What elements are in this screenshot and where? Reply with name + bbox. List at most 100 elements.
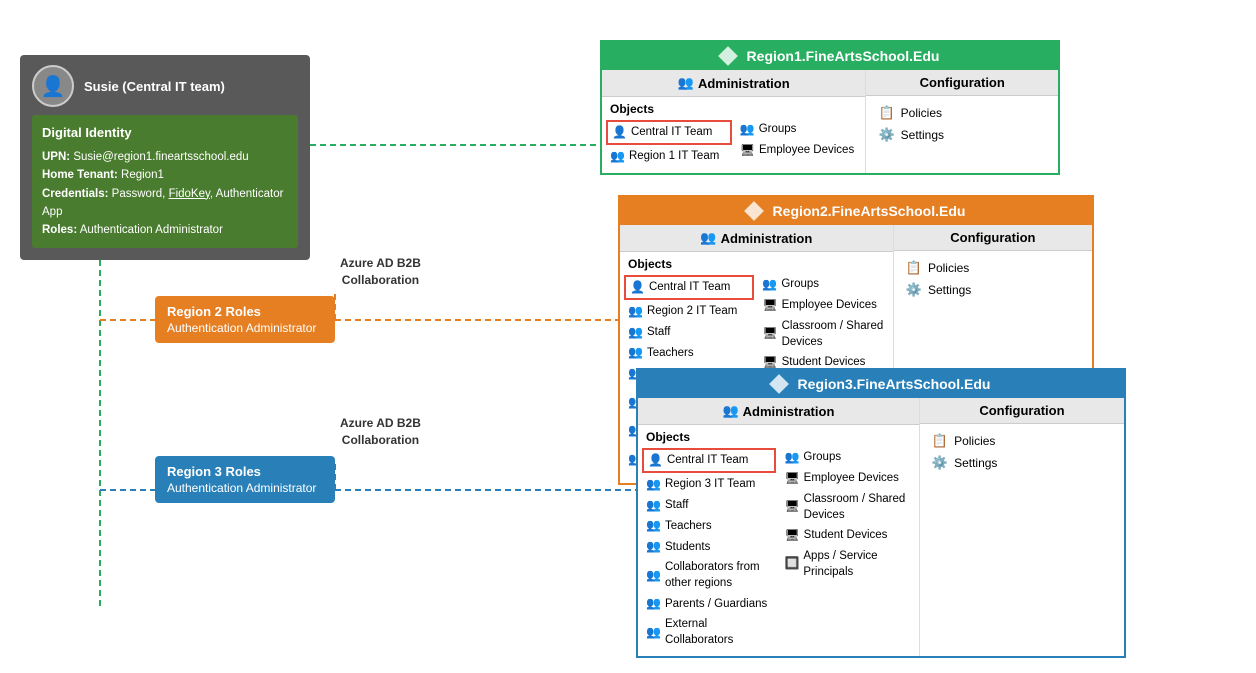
app-icon: 🔲	[784, 555, 799, 572]
region3-config: Configuration 📋 Policies ⚙️ Settings	[920, 398, 1124, 656]
region2-groups: 👥 Groups	[758, 274, 888, 295]
region3-objects-label: Objects	[638, 425, 919, 447]
region2-staff: 👥 Staff	[624, 322, 754, 343]
person-icon: 👥	[646, 497, 661, 514]
region2-it-team: 👥 Region 2 IT Team	[624, 301, 754, 322]
device-icon: 🖥	[762, 297, 777, 314]
home-tenant-row: Home Tenant: Region1	[42, 166, 288, 184]
admin-people-icon: 👥	[678, 75, 694, 91]
region1-admin: 👥 Administration Objects 👤 Central IT Te…	[602, 70, 866, 173]
region3-admin-header: 👥 Administration	[638, 398, 919, 425]
region3-collaborators: 👥 Collaborators from other regions	[642, 557, 776, 593]
person-icon: 👥	[628, 324, 643, 341]
region1-config-header: Configuration	[866, 70, 1058, 96]
region3-settings: ⚙️ Settings	[928, 452, 1116, 474]
region3-policies: 📋 Policies	[928, 430, 1116, 452]
region1-objects-label: Objects	[602, 97, 865, 119]
region2-title: Region2.FineArtsSchool.Edu	[773, 203, 966, 219]
region3-roles-sub: Authentication Administrator	[167, 481, 323, 495]
settings-icon: ⚙️	[906, 282, 922, 298]
region3-objects-columns: 👤 Central IT Team 👥 Region 3 IT Team 👥 S…	[638, 447, 919, 656]
region1-groups: 👥 Groups	[736, 119, 862, 140]
region3-body: 👥 Administration Objects 👤 Central IT Te…	[638, 398, 1124, 656]
region3-config-header: Configuration	[920, 398, 1124, 424]
region1-policies: 📋 Policies	[874, 102, 1050, 124]
main-container: 👤 Susie (Central IT team) Digital Identi…	[0, 0, 1256, 673]
credentials-row: Credentials: Password, FidoKey, Authenti…	[42, 185, 288, 222]
region2-roles-sub: Authentication Administrator	[167, 321, 323, 335]
region3-student-devices: 🖥 Student Devices	[780, 525, 914, 546]
admin-people-icon3: 👥	[722, 403, 738, 419]
region1-objects-columns: 👤 Central IT Team 👥 Region 1 IT Team 👥 G…	[602, 119, 865, 173]
person-icon: 👤	[612, 124, 627, 141]
device-icon: 🖥	[784, 498, 799, 515]
person-icon: 👥	[646, 538, 661, 555]
region3-panel: Region3.FineArtsSchool.Edu 👥 Administrat…	[636, 368, 1126, 658]
region2-config-header: Configuration	[894, 225, 1092, 251]
region2-employee-devices: 🖥 Employee Devices	[758, 295, 888, 316]
roles-row: Roles: Authentication Administrator	[42, 221, 288, 239]
person-icon: 👥	[646, 595, 661, 612]
person-icon: 👥	[646, 476, 661, 493]
region2-objects-label: Objects	[620, 252, 893, 274]
person-icon: 👥	[628, 303, 643, 320]
susie-name: Susie (Central IT team)	[84, 79, 225, 94]
region1-body: 👥 Administration Objects 👤 Central IT Te…	[602, 70, 1058, 173]
region3-external: 👥 External Collaborators	[642, 614, 776, 650]
region3-title: Region3.FineArtsSchool.Edu	[798, 376, 991, 392]
region1-admin-header: 👥 Administration	[602, 70, 865, 97]
region3-staff: 👥 Staff	[642, 495, 776, 516]
region3-admin: 👥 Administration Objects 👤 Central IT Te…	[638, 398, 920, 656]
group-icon: 👥	[784, 449, 799, 466]
avatar: 👤	[32, 65, 74, 107]
region2-policies: 📋 Policies	[902, 257, 1084, 279]
policy-icon: 📋	[906, 260, 922, 276]
region2-header: Region2.FineArtsSchool.Edu	[620, 197, 1092, 225]
device-icon: 🖥	[762, 325, 777, 342]
settings-icon: ⚙️	[878, 127, 894, 143]
region2-settings: ⚙️ Settings	[902, 279, 1084, 301]
region3-parents: 👥 Parents / Guardians	[642, 593, 776, 614]
azure-b2b-label-2: Azure AD B2B Collaboration	[340, 415, 421, 449]
digital-identity-title: Digital Identity	[42, 123, 288, 144]
region3-roles-title: Region 3 Roles	[167, 464, 323, 479]
region1-panel: Region1.FineArtsSchool.Edu 👥 Administrat…	[600, 40, 1060, 175]
region3-central-it-team: 👤 Central IT Team	[642, 448, 776, 473]
region2-admin-header: 👥 Administration	[620, 225, 893, 252]
person-icon: 👤	[648, 452, 663, 469]
device-icon: 🖥	[784, 527, 799, 544]
region3-diamond-icon	[769, 374, 789, 394]
region2-classroom-devices: 🖥 Classroom / Shared Devices	[758, 316, 888, 352]
person-icon: 👥	[646, 567, 661, 584]
settings-icon: ⚙️	[932, 455, 948, 471]
region2-roles-title: Region 2 Roles	[167, 304, 323, 319]
region3-config-items: 📋 Policies ⚙️ Settings	[920, 424, 1124, 480]
region2-teachers: 👥 Teachers	[624, 342, 754, 363]
person-icon: 👤	[630, 279, 645, 296]
digital-identity-box: Digital Identity UPN: Susie@region1.fine…	[32, 115, 298, 248]
region1-employee-devices: 🖥 Employee Devices	[736, 140, 862, 161]
person-icon: 👥	[646, 517, 661, 534]
region1-settings: ⚙️ Settings	[874, 124, 1050, 146]
policy-icon: 📋	[878, 105, 894, 121]
region3-classroom-devices: 🖥 Classroom / Shared Devices	[780, 489, 914, 525]
region3-teachers: 👥 Teachers	[642, 515, 776, 536]
home-tenant-value: Region1	[121, 169, 164, 181]
home-tenant-label: Home Tenant:	[42, 169, 118, 181]
device-icon: 🖥	[740, 142, 755, 159]
admin-people-icon2: 👥	[700, 230, 716, 246]
region3-header: Region3.FineArtsSchool.Edu	[638, 370, 1124, 398]
policy-icon: 📋	[932, 433, 948, 449]
region2-roles-box: Region 2 Roles Authentication Administra…	[155, 296, 335, 343]
region2-config-items: 📋 Policies ⚙️ Settings	[894, 251, 1092, 307]
person-icon: 👤	[41, 74, 66, 99]
region1-col1: 👤 Central IT Team 👥 Region 1 IT Team	[606, 119, 732, 167]
device-icon: 🖥	[784, 470, 799, 487]
region3-col1: 👤 Central IT Team 👥 Region 3 IT Team 👥 S…	[642, 447, 776, 650]
roles-label: Roles:	[42, 224, 77, 236]
person-icon: 👥	[610, 148, 625, 165]
group-icon: 👥	[762, 276, 777, 293]
region3-col2: 👥 Groups 🖥 Employee Devices 🖥 Classroom …	[780, 447, 914, 650]
region1-config-items: 📋 Policies ⚙️ Settings	[866, 96, 1058, 152]
region3-roles-box: Region 3 Roles Authentication Administra…	[155, 456, 335, 503]
